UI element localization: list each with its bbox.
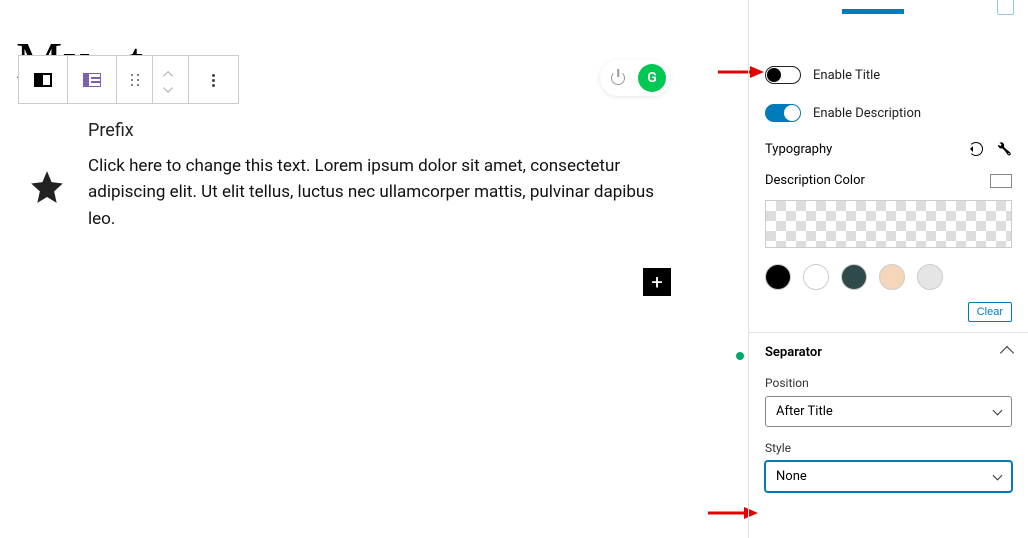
more-options-button[interactable]: [189, 56, 238, 104]
chevron-up-icon: [166, 71, 176, 77]
typography-label: Typography: [765, 142, 832, 157]
half-box-icon: [34, 73, 52, 87]
position-value: After Title: [776, 404, 833, 419]
power-icon: [611, 71, 625, 85]
enable-description-row: Enable Description: [749, 94, 1028, 132]
reset-icon[interactable]: [969, 142, 983, 156]
enable-title-label: Enable Title: [813, 68, 880, 83]
wrench-icon[interactable]: [997, 142, 1012, 157]
plus-icon: +: [651, 270, 662, 294]
add-block-button[interactable]: +: [643, 268, 671, 296]
description-text[interactable]: Click here to change this text. Lorem ip…: [88, 153, 658, 232]
enable-title-row: Enable Title: [749, 56, 1028, 94]
typography-row: Typography: [749, 132, 1028, 167]
clear-top-button[interactable]: [997, 0, 1014, 15]
color-peach[interactable]: [879, 264, 905, 290]
block-toolbar: [18, 55, 239, 104]
color-teal[interactable]: [841, 264, 867, 290]
active-tab-indicator: [842, 9, 904, 14]
layout-button[interactable]: [68, 56, 117, 104]
prefix-text[interactable]: Prefix: [88, 120, 658, 141]
move-buttons[interactable]: [153, 56, 189, 104]
block-type-button[interactable]: [19, 56, 68, 104]
vertical-dots-icon: [212, 72, 215, 89]
color-white[interactable]: [803, 264, 829, 290]
grammarly-icon: G: [647, 70, 657, 86]
chevron-up-icon: [1000, 345, 1014, 359]
separator-section-header[interactable]: Separator: [749, 332, 1028, 372]
separator-heading: Separator: [765, 345, 822, 360]
enable-description-toggle[interactable]: [765, 104, 801, 122]
drag-dots-icon: [129, 74, 141, 86]
style-label: Style: [749, 437, 1028, 457]
content-block[interactable]: Prefix Click here to change this text. L…: [88, 120, 658, 232]
position-label: Position: [749, 372, 1028, 392]
color-black[interactable]: [765, 264, 791, 290]
grammarly-button[interactable]: G: [638, 64, 666, 92]
clear-color-button[interactable]: Clear: [968, 302, 1012, 322]
current-color-swatch[interactable]: [990, 174, 1012, 188]
enable-description-label: Enable Description: [813, 106, 921, 121]
style-select[interactable]: None: [765, 461, 1012, 492]
chevron-down-icon: [166, 83, 176, 89]
settings-sidebar: Enable Title Enable Description Typograp…: [748, 0, 1028, 538]
power-button[interactable]: [604, 64, 632, 92]
description-color-label: Description Color: [765, 173, 865, 188]
float-controls: G: [600, 60, 670, 96]
color-picker-area[interactable]: [765, 200, 1012, 248]
enable-title-toggle[interactable]: [765, 66, 801, 84]
color-grey[interactable]: [917, 264, 943, 290]
chevron-down-icon: [993, 405, 1003, 415]
star-icon: [28, 168, 66, 206]
layout-icon: [83, 73, 101, 87]
position-select[interactable]: After Title: [765, 396, 1012, 427]
style-value: None: [776, 469, 807, 484]
chevron-down-icon: [993, 470, 1003, 480]
description-color-row: Description Color: [749, 167, 1028, 194]
drag-handle[interactable]: [117, 56, 153, 104]
color-palette: [749, 254, 1028, 300]
indicator-dot: [736, 352, 744, 360]
